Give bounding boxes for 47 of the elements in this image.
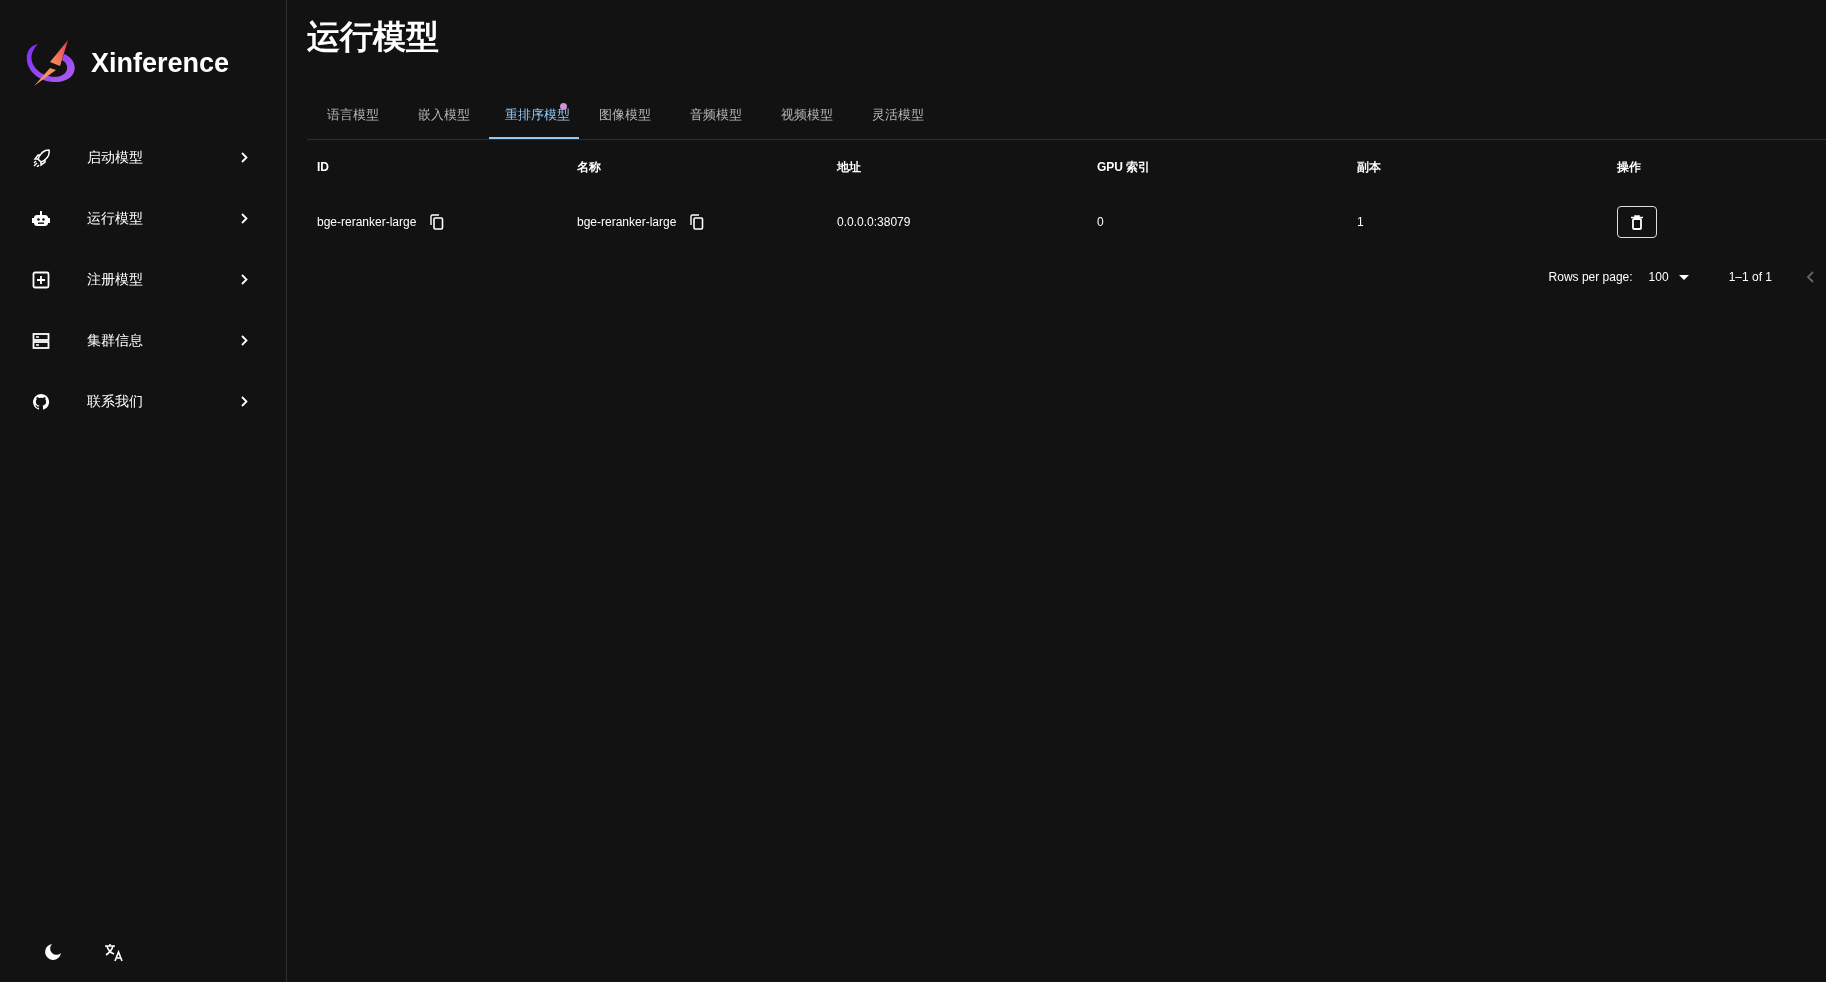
logo-icon bbox=[24, 38, 78, 88]
column-header: GPU 索引 bbox=[1097, 158, 1151, 176]
dark-mode-icon[interactable] bbox=[44, 943, 62, 961]
column-header: 地址 bbox=[837, 158, 861, 176]
table-cell: bge-reranker-large bbox=[577, 215, 677, 229]
table-cell: 0.0.0.0:38079 bbox=[837, 215, 911, 229]
column-header: 操作 bbox=[1617, 158, 1641, 176]
chevron-right-icon bbox=[241, 213, 248, 224]
app-name: Xinference bbox=[91, 47, 230, 79]
tab[interactable]: 视频模型 bbox=[761, 95, 852, 139]
copy-icon[interactable] bbox=[690, 214, 705, 230]
rows-per-page-select[interactable]: 100 bbox=[1648, 270, 1689, 284]
column-header: 名称 bbox=[577, 158, 601, 176]
plus-box-icon bbox=[32, 270, 50, 289]
translate-icon[interactable] bbox=[104, 942, 124, 962]
column-header: 副本 bbox=[1357, 158, 1381, 176]
tab[interactable]: 重排序模型 bbox=[489, 95, 579, 139]
rows-per-page-label: Rows per page: bbox=[1548, 270, 1633, 284]
chevron-right-icon bbox=[241, 152, 248, 163]
nav-item[interactable]: 注册模型 bbox=[0, 249, 286, 310]
chevron-right-icon bbox=[241, 396, 248, 407]
robot-icon bbox=[32, 209, 50, 228]
tab[interactable]: 语言模型 bbox=[307, 95, 398, 139]
nav-item[interactable]: 联系我们 bbox=[0, 371, 286, 432]
tab[interactable]: 音频模型 bbox=[670, 95, 761, 139]
page-title: 运行模型 bbox=[307, 17, 440, 57]
column-header: ID bbox=[317, 160, 329, 174]
page-range: 1–1 of 1 bbox=[1728, 270, 1772, 284]
github-icon bbox=[32, 392, 50, 411]
table-cell: 1 bbox=[1357, 215, 1364, 229]
trash-icon bbox=[1631, 214, 1643, 230]
chevron-right-icon bbox=[241, 335, 248, 346]
nav-item[interactable]: 集群信息 bbox=[0, 310, 286, 371]
copy-icon[interactable] bbox=[430, 214, 445, 230]
dropdown-icon bbox=[1678, 274, 1689, 280]
nav-item[interactable]: 启动模型 bbox=[0, 127, 286, 188]
tab[interactable]: 灵活模型 bbox=[852, 95, 943, 139]
tab[interactable]: 嵌入模型 bbox=[398, 95, 489, 139]
table-cell: 0 bbox=[1097, 215, 1104, 229]
nav-item[interactable]: 运行模型 bbox=[0, 188, 286, 249]
tab[interactable]: 图像模型 bbox=[579, 95, 670, 139]
previous-page-icon[interactable] bbox=[1806, 271, 1814, 283]
table-cell: bge-reranker-large bbox=[317, 215, 417, 229]
rocket-icon bbox=[32, 148, 50, 167]
server-icon bbox=[32, 331, 50, 350]
chevron-right-icon bbox=[241, 274, 248, 285]
delete-button[interactable] bbox=[1617, 206, 1657, 238]
